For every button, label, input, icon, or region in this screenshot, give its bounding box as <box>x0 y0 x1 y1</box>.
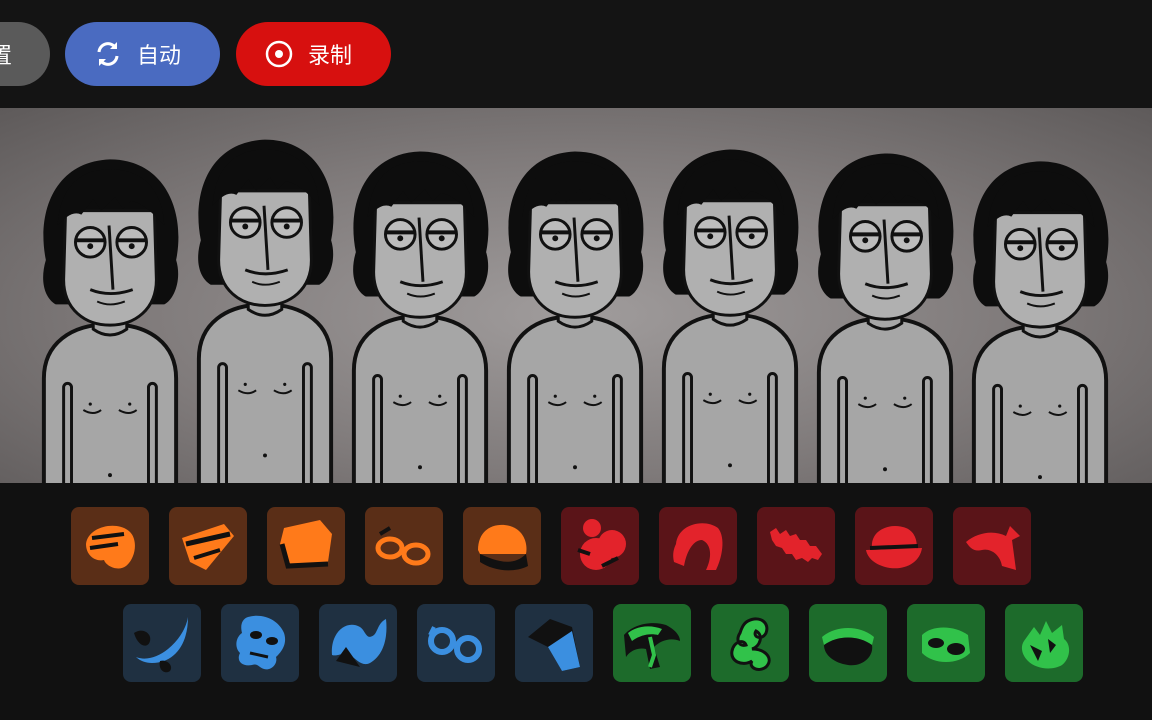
headband-icon <box>182 524 234 570</box>
beanie-icon <box>478 524 528 571</box>
sound-voice-2[interactable] <box>711 604 789 682</box>
character-2[interactable] <box>190 112 340 483</box>
sound-beat-5[interactable] <box>463 507 541 585</box>
bowler-hat-icon <box>866 526 922 569</box>
character-1[interactable] <box>35 112 185 483</box>
sound-effect-3[interactable] <box>757 507 835 585</box>
sound-voice-3[interactable] <box>809 604 887 682</box>
sound-beat-4[interactable] <box>365 507 443 585</box>
crown-icon <box>1021 621 1070 669</box>
sound-voice-5[interactable] <box>1005 604 1083 682</box>
round-glasses-icon <box>428 626 482 663</box>
sound-melody-1[interactable] <box>123 604 201 682</box>
sound-tray <box>0 483 1152 720</box>
reset-button[interactable]: 置 <box>0 22 50 86</box>
character-5[interactable] <box>655 112 805 483</box>
sound-melody-2[interactable] <box>221 604 299 682</box>
sunglasses-icon <box>375 526 431 566</box>
sound-beat-3[interactable] <box>267 507 345 585</box>
sound-beat-2[interactable] <box>169 507 247 585</box>
cap-icon <box>86 525 135 569</box>
character-4[interactable] <box>500 112 650 483</box>
sound-effect-5[interactable] <box>953 507 1031 585</box>
sound-voice-1[interactable] <box>613 604 691 682</box>
auto-button-label: 自动 <box>137 44 182 69</box>
mustache-icon <box>770 528 822 562</box>
sound-melody-3[interactable] <box>319 604 397 682</box>
sound-effect-2[interactable] <box>659 507 737 585</box>
sound-voice-4[interactable] <box>907 604 985 682</box>
character-6[interactable] <box>810 112 960 483</box>
hood-icon <box>673 523 723 570</box>
crescent-icon <box>134 617 188 673</box>
refresh-icon <box>97 42 119 66</box>
character-7[interactable] <box>965 112 1115 483</box>
stage <box>0 108 1152 483</box>
sound-melody-5[interactable] <box>515 604 593 682</box>
square-hat-icon <box>528 619 580 671</box>
goggles-icon <box>922 627 970 662</box>
record-button[interactable]: 录制 <box>236 22 391 86</box>
record-button-label: 录制 <box>308 44 353 69</box>
mouse-ears-icon <box>577 519 626 570</box>
mask-icon <box>236 615 286 670</box>
record-icon <box>265 40 293 68</box>
sound-effect-1[interactable] <box>561 507 639 585</box>
wave-hat-icon <box>331 619 387 667</box>
palm-icon <box>624 623 680 669</box>
character-3[interactable] <box>345 112 495 483</box>
reset-button-label: 置 <box>0 44 12 69</box>
auto-button[interactable]: 自动 <box>65 22 220 86</box>
pirate-hat-icon <box>966 526 1020 570</box>
curl-icon <box>730 617 771 671</box>
bandana-icon <box>822 628 874 666</box>
visor-icon <box>279 520 332 569</box>
top-toolbar: 置 自动 录制 <box>0 0 1152 108</box>
sound-effect-4[interactable] <box>855 507 933 585</box>
sound-beat-1[interactable] <box>71 507 149 585</box>
sound-melody-4[interactable] <box>417 604 495 682</box>
